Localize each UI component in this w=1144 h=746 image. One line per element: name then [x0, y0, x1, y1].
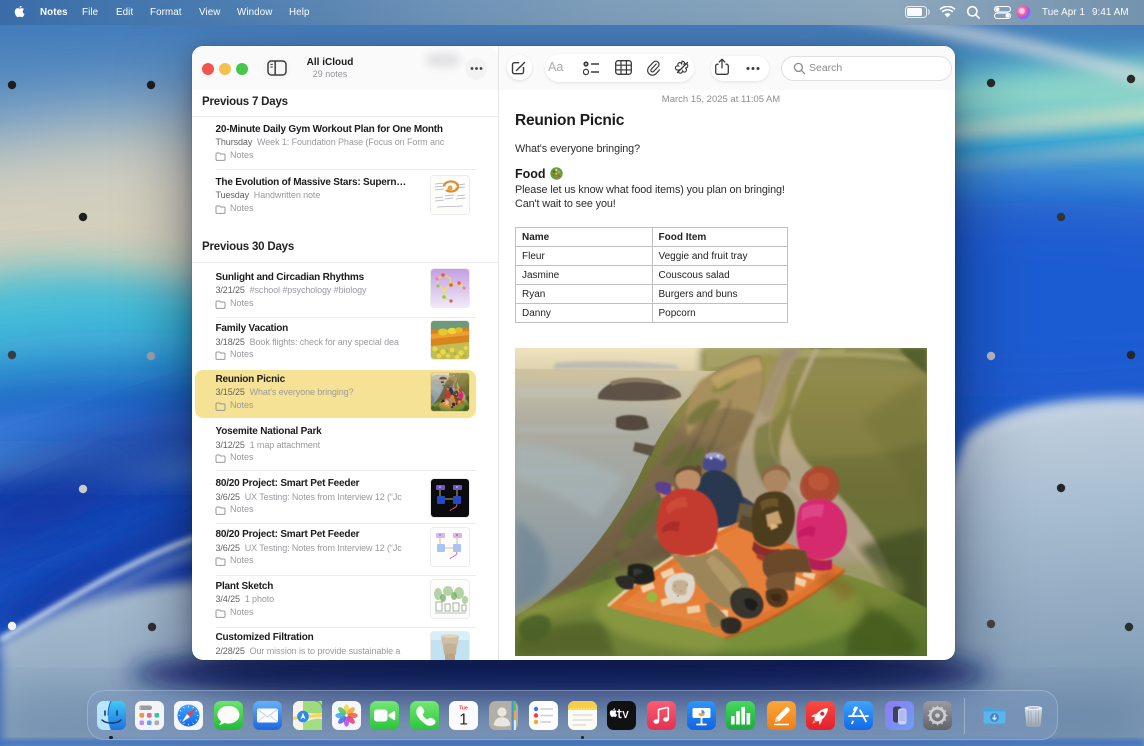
svg-text:1: 1: [459, 712, 468, 729]
